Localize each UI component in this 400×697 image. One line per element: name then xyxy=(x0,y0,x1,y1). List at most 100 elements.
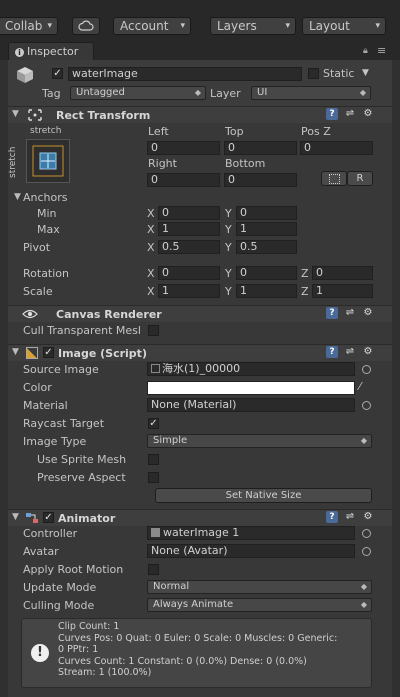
foldout-arrow-icon[interactable]: ▼ xyxy=(12,512,19,522)
foldout-arrow-icon[interactable]: ▼ xyxy=(12,109,19,119)
animator-icon xyxy=(26,513,38,523)
raycast-target-checkbox[interactable]: ✓ xyxy=(148,418,159,429)
anchor-max-x-field[interactable]: 1 xyxy=(158,222,220,236)
image-type-dropdown[interactable]: Simple ◆ xyxy=(147,434,372,448)
tag-dropdown[interactable]: Untagged ◆ xyxy=(70,86,206,100)
help-icon[interactable]: ? xyxy=(326,108,338,120)
anchor-max-y-field[interactable]: 1 xyxy=(236,222,297,236)
rotation-x-field[interactable]: 0 xyxy=(158,266,220,280)
material-field[interactable]: None (Material) xyxy=(147,398,355,412)
animator-header[interactable]: ▼ ✓ Animator ? ⇌ ⚙ xyxy=(8,509,392,526)
scale-z-label: Z xyxy=(301,285,309,298)
preset-icon[interactable]: ⇌ xyxy=(344,346,356,358)
object-picker-icon[interactable] xyxy=(362,401,371,410)
apply-root-motion-checkbox[interactable] xyxy=(148,564,159,575)
scale-y-field[interactable]: 1 xyxy=(236,284,297,298)
layers-button[interactable]: Layers ▾ xyxy=(210,17,296,35)
canvas-renderer-title: Canvas Renderer xyxy=(56,308,162,321)
top-field[interactable]: 0 xyxy=(224,141,297,155)
use-sprite-mesh-label: Use Sprite Mesh xyxy=(37,453,127,466)
set-native-size-button[interactable]: Set Native Size xyxy=(155,488,372,503)
gear-icon[interactable]: ⚙ xyxy=(362,307,374,319)
help-icon[interactable]: ? xyxy=(326,307,338,319)
chevron-down-icon: ◆ xyxy=(359,88,366,97)
foldout-arrow-icon[interactable]: ▼ xyxy=(14,191,21,204)
collab-button[interactable]: Collab ▾ xyxy=(0,17,58,35)
gear-icon[interactable]: ⚙ xyxy=(362,108,374,120)
gear-icon[interactable]: ⚙ xyxy=(362,511,374,523)
anchor-min-x-field[interactable]: 0 xyxy=(158,206,220,220)
chevron-down-icon: ▾ xyxy=(180,21,185,31)
blueprint-mode-button[interactable] xyxy=(321,171,347,186)
anchor-preset-icon xyxy=(32,145,64,177)
controller-field[interactable]: waterImage 1 xyxy=(147,526,355,540)
rotation-z-field[interactable]: 0 xyxy=(312,266,373,280)
preset-icon[interactable]: ⇌ xyxy=(344,307,356,319)
color-swatch[interactable] xyxy=(147,381,355,395)
layer-dropdown[interactable]: UI ◆ xyxy=(251,86,371,100)
source-image-value: 海水(1)_00000 xyxy=(162,362,241,375)
help-icon[interactable]: ? xyxy=(326,346,338,358)
scale-label: Scale xyxy=(23,285,53,298)
tab-inspector[interactable]: i Inspector xyxy=(8,42,94,61)
help-icon[interactable]: ? xyxy=(326,511,338,523)
animator-info-box: ! Clip Count: 1 Curves Pos: 0 Quat: 0 Eu… xyxy=(21,618,372,688)
right-field[interactable]: 0 xyxy=(147,173,220,187)
cloud-icon xyxy=(78,20,94,31)
pos-z-label: Pos Z xyxy=(301,125,331,138)
object-picker-icon[interactable] xyxy=(362,365,371,374)
lock-icon[interactable]: 🔒︎ xyxy=(363,46,368,56)
pivot-x-field[interactable]: 0.5 xyxy=(158,240,220,254)
max-label: Max xyxy=(37,223,60,236)
eye-icon xyxy=(22,309,38,319)
account-button[interactable]: Account ▾ xyxy=(113,17,191,35)
bottom-field[interactable]: 0 xyxy=(224,173,297,187)
rect-transform-header[interactable]: ▼ Rect Transform ? ⇌ ⚙ xyxy=(8,106,392,123)
scale-z-field[interactable]: 1 xyxy=(312,284,373,298)
cull-transparent-checkbox[interactable] xyxy=(148,325,159,336)
image-enabled-checkbox[interactable]: ✓ xyxy=(43,347,54,358)
preset-icon[interactable]: ⇌ xyxy=(344,108,356,120)
chevron-down-icon: ◆ xyxy=(194,88,201,97)
anchor-presets-button[interactable] xyxy=(26,139,70,183)
source-image-field[interactable]: 海水(1)_00000 xyxy=(147,362,355,376)
animator-enabled-checkbox[interactable]: ✓ xyxy=(43,512,54,523)
pivot-y-field[interactable]: 0.5 xyxy=(236,240,297,254)
culling-mode-dropdown[interactable]: Always Animate ◆ xyxy=(147,598,372,612)
foldout-arrow-icon[interactable]: ▼ xyxy=(12,347,19,357)
min-y-label: Y xyxy=(225,207,232,220)
layout-button[interactable]: Layout ▾ xyxy=(302,17,386,35)
cloud-button[interactable] xyxy=(72,17,100,35)
avatar-field[interactable]: None (Avatar) xyxy=(147,544,355,558)
color-label: Color xyxy=(23,381,52,394)
preset-icon[interactable]: ⇌ xyxy=(344,511,356,523)
rotation-y-field[interactable]: 0 xyxy=(236,266,297,280)
preserve-aspect-checkbox[interactable] xyxy=(148,472,159,483)
info-line: Clip Count: 1 xyxy=(58,621,120,632)
anchor-min-y-field[interactable]: 0 xyxy=(236,206,297,220)
eyedropper-icon[interactable]: ⁄ xyxy=(359,380,361,393)
object-picker-icon[interactable] xyxy=(362,547,371,556)
pos-z-field[interactable]: 0 xyxy=(300,141,373,155)
name-field[interactable]: waterImage xyxy=(68,67,302,81)
gear-icon[interactable]: ⚙ xyxy=(362,346,374,358)
active-checkbox[interactable]: ✓ xyxy=(52,68,63,79)
canvas-renderer-header[interactable]: Canvas Renderer ? ⇌ ⚙ xyxy=(8,305,392,322)
pivot-x-label: X xyxy=(147,241,155,254)
controller-label: Controller xyxy=(23,527,78,540)
image-script-header[interactable]: ▼ ✓ Image (Script) ? ⇌ ⚙ xyxy=(8,344,392,361)
raw-edit-button[interactable]: R xyxy=(347,171,373,186)
static-checkbox[interactable] xyxy=(308,68,319,79)
update-mode-dropdown[interactable]: Normal ◆ xyxy=(147,580,372,594)
left-field[interactable]: 0 xyxy=(147,141,220,155)
use-sprite-mesh-checkbox[interactable] xyxy=(148,454,159,465)
left-label: Left xyxy=(148,125,169,138)
chevron-down-icon: ◆ xyxy=(360,600,367,609)
chevron-down-icon[interactable]: ▼ xyxy=(362,67,369,80)
scale-x-field[interactable]: 1 xyxy=(158,284,220,298)
object-picker-icon[interactable] xyxy=(362,529,371,538)
max-y-label: Y xyxy=(225,223,232,236)
image-type-value: Simple xyxy=(153,435,188,446)
menu-icon[interactable]: ≡ xyxy=(377,44,386,57)
layer-value: UI xyxy=(257,87,268,98)
